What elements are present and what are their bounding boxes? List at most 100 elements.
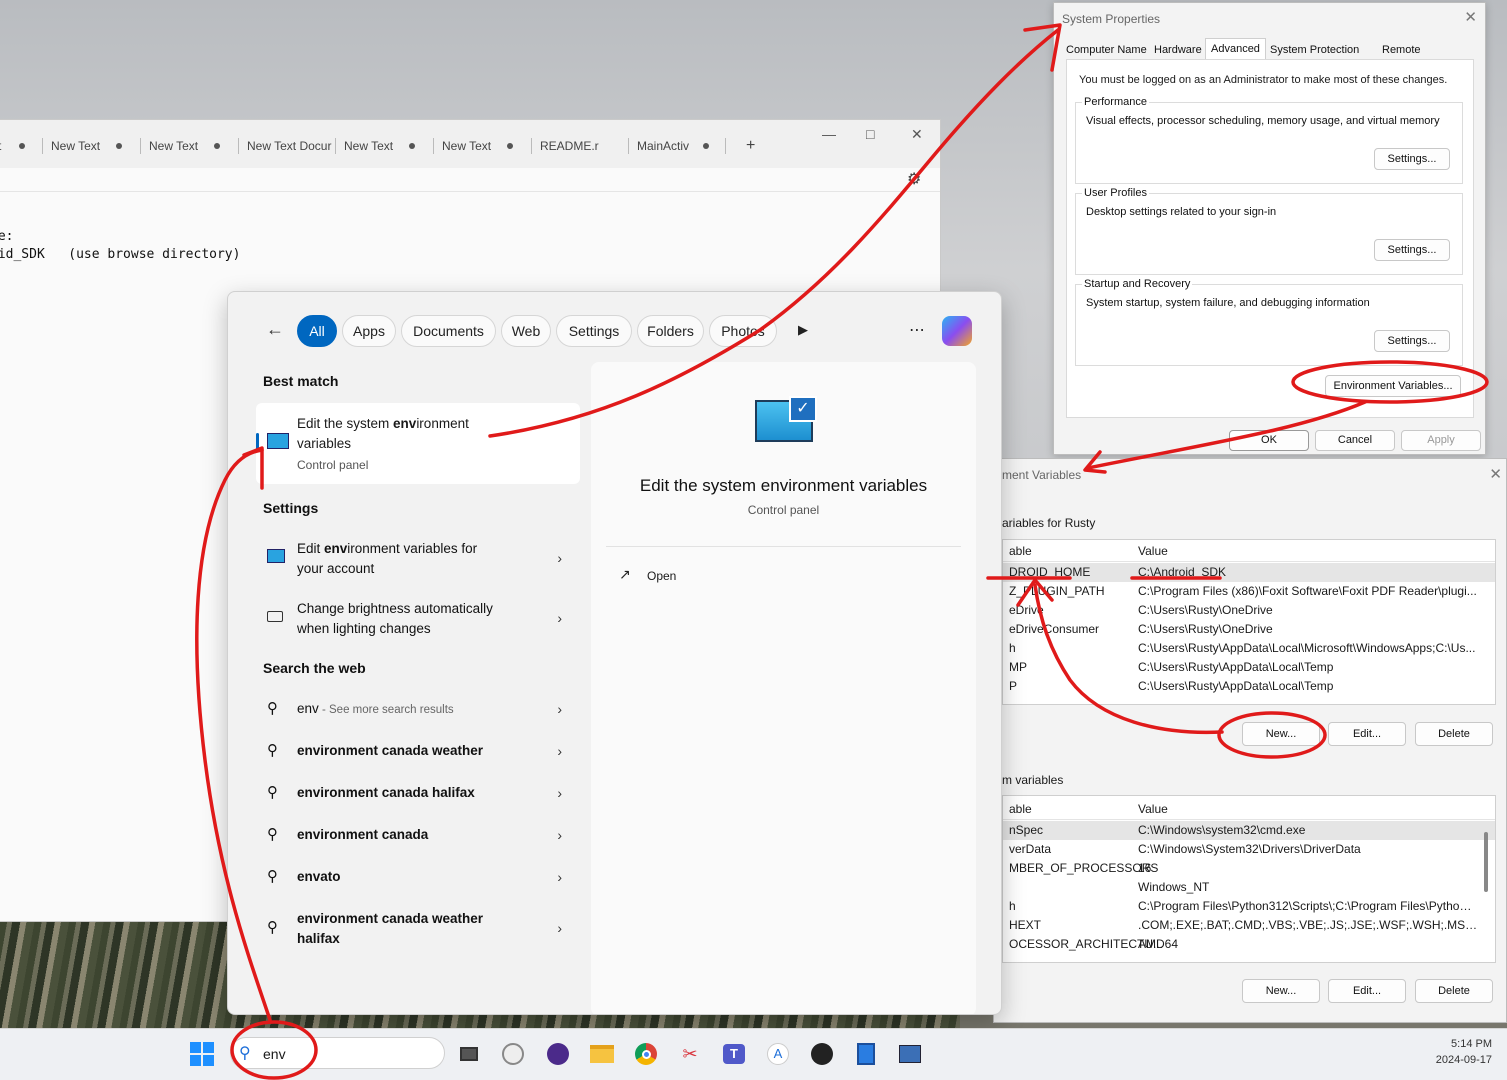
performance-settings-button[interactable]: Settings... [1374,148,1450,170]
startup-settings-button[interactable]: Settings... [1374,330,1450,352]
notepad-tab[interactable]: New Text [442,136,491,156]
group-text: System startup, system failure, and debu… [1086,297,1370,309]
close-icon[interactable]: ✕ [1464,8,1477,26]
user-edit-button[interactable]: Edit... [1328,722,1406,746]
table-row[interactable]: Windows_NT [1003,878,1495,897]
notes-icon[interactable] [853,1041,879,1067]
table-row[interactable]: h C:\Users\Rusty\AppData\Local\Microsoft\… [1003,639,1495,658]
filter-chip-documents[interactable]: Documents [401,315,496,347]
play-more-icon[interactable]: ▶ [798,322,808,338]
web-result-item[interactable]: ⚲ environment canada weather halifax › [256,909,580,949]
system-delete-button[interactable]: Delete [1415,979,1493,1003]
tab-hardware[interactable]: Hardware [1150,41,1206,59]
table-row[interactable]: OCESSOR_ARCHITECTU... AMD64 [1003,935,1495,954]
search-input[interactable]: env [263,1046,286,1062]
gear-icon[interactable]: ⚙ [907,169,921,189]
system-new-button[interactable]: New... [1242,979,1320,1003]
notepad-tab[interactable]: New Text [344,136,393,156]
close-icon[interactable]: ✕ [911,126,923,143]
notepad-tab[interactable]: README.r [540,136,599,156]
table-row[interactable]: verData C:\Windows\System32\Drivers\Drive… [1003,840,1495,859]
user-new-button[interactable]: New... [1242,722,1320,746]
table-row[interactable]: eDrive C:\Users\Rusty\OneDrive [1003,601,1495,620]
user-profiles-settings-button[interactable]: Settings... [1374,239,1450,261]
user-variables-table[interactable]: able Value DROID_HOME C:\Android_SDK Z_PLU… [1002,539,1496,705]
start-windows-icon[interactable] [190,1042,214,1066]
table-row[interactable]: MP C:\Users\Rusty\AppData\Local\Temp [1003,658,1495,677]
notepad-editor[interactable]: le: oid_SDK (use browse directory) [0,228,240,264]
app-icon[interactable]: A [765,1041,791,1067]
table-row[interactable]: nSpec C:\Windows\system32\cmd.exe [1003,821,1495,840]
filter-chip-apps[interactable]: Apps [342,315,396,347]
app-icon[interactable] [545,1041,571,1067]
result-label: Edit environment variables for your accou… [297,541,478,576]
notepad-tab[interactable]: New Text Docur [247,136,331,156]
web-result-item[interactable]: ⚲ environment canada › [256,825,580,845]
app-icon[interactable] [500,1041,526,1067]
web-result-item[interactable]: ⚲ env - See more search results › [256,699,580,719]
system-variables-table[interactable]: able Value nSpec C:\Windows\system32\cmd.e… [1002,795,1496,963]
filter-chip-photos[interactable]: Photos [709,315,777,347]
copilot-icon[interactable] [942,316,972,346]
web-result-item[interactable]: ⚲ environment canada halifax › [256,783,580,803]
tab-label: New Text Docur [247,139,332,153]
settings-heading: Settings [263,500,319,516]
tab-remote[interactable]: Remote [1378,41,1425,59]
table-row[interactable]: h C:\Program Files\Python312\Scripts\;C:\… [1003,897,1495,916]
table-row[interactable]: Z_PLUGIN_PATH C:\Program Files (x86)\Foxi… [1003,582,1495,601]
clock-time[interactable]: 5:14 PM [1440,1038,1492,1050]
notepad-tab[interactable]: New Text [149,136,198,156]
app-icon[interactable] [897,1041,923,1067]
filter-chip-all[interactable]: All [297,315,337,347]
web-result-item[interactable]: ⚲ envato › [256,867,580,887]
add-tab-button[interactable]: + [746,136,755,156]
tab-system-protection[interactable]: System Protection [1266,41,1363,59]
result-item[interactable]: Change brightness automatically when ligh… [256,599,580,639]
best-match-item[interactable]: Edit the system environment variables Con… [256,403,580,484]
filter-chip-web[interactable]: Web [501,315,551,347]
filter-chip-folders[interactable]: Folders [637,315,704,347]
notepad-tab[interactable]: t [0,136,1,156]
more-options-icon[interactable]: ⋯ [909,320,925,340]
task-view-icon[interactable] [456,1041,482,1067]
tab-computer-name[interactable]: Computer Name [1062,41,1151,59]
close-icon[interactable]: ✕ [1489,465,1502,483]
chevron-right-icon: › [557,610,562,626]
group-label: Performance [1082,96,1149,108]
open-external-icon[interactable]: ↗ [619,566,631,583]
back-arrow-icon[interactable]: ← [266,319,284,340]
snipping-tool-icon[interactable]: ✂ [677,1041,703,1067]
clock-date[interactable]: 2024-09-17 [1420,1054,1492,1066]
result-label: environment canada halifax [297,785,475,800]
environment-variables-button[interactable]: Environment Variables... [1325,375,1461,397]
table-row[interactable]: P C:\Users\Rusty\AppData\Local\Temp [1003,677,1495,696]
filter-chip-settings[interactable]: Settings [556,315,632,347]
web-result-item[interactable]: ⚲ environment canada weather › [256,741,580,761]
cancel-button[interactable]: Cancel [1315,430,1395,451]
apply-button[interactable]: Apply [1401,430,1481,451]
teams-icon[interactable]: T [721,1041,747,1067]
ok-button[interactable]: OK [1229,430,1309,451]
system-edit-button[interactable]: Edit... [1328,979,1406,1003]
maximize-icon[interactable]: □ [866,126,874,142]
notepad-tab[interactable]: New Text [51,136,100,156]
notepad-tab[interactable]: MainActiv [637,136,689,156]
file-explorer-icon[interactable] [589,1041,615,1067]
minimize-icon[interactable]: — [822,126,836,142]
scrollbar-thumb[interactable] [1484,832,1488,892]
app-icon[interactable] [809,1041,835,1067]
unsaved-dot-icon [409,143,415,149]
table-row[interactable]: HEXT .COM;.EXE;.BAT;.CMD;.VBS;.VBE;.JS;.J… [1003,916,1495,935]
dialog-title: ment Variables [1002,468,1082,482]
taskbar-search-box[interactable]: ⚲ env [230,1037,445,1069]
open-action[interactable]: Open [647,569,676,583]
result-item[interactable]: Edit environment variables for your accou… [256,539,580,579]
user-delete-button[interactable]: Delete [1415,722,1493,746]
table-row[interactable]: DROID_HOME C:\Android_SDK [1003,563,1495,582]
tab-advanced[interactable]: Advanced [1205,38,1266,59]
unsaved-dot-icon [507,143,513,149]
chrome-icon[interactable] [633,1041,659,1067]
table-row[interactable]: eDriveConsumer C:\Users\Rusty\OneDrive [1003,620,1495,639]
table-row[interactable]: MBER_OF_PROCESSORS 16 [1003,859,1495,878]
notepad-toolbar: ⚙ [0,168,940,192]
